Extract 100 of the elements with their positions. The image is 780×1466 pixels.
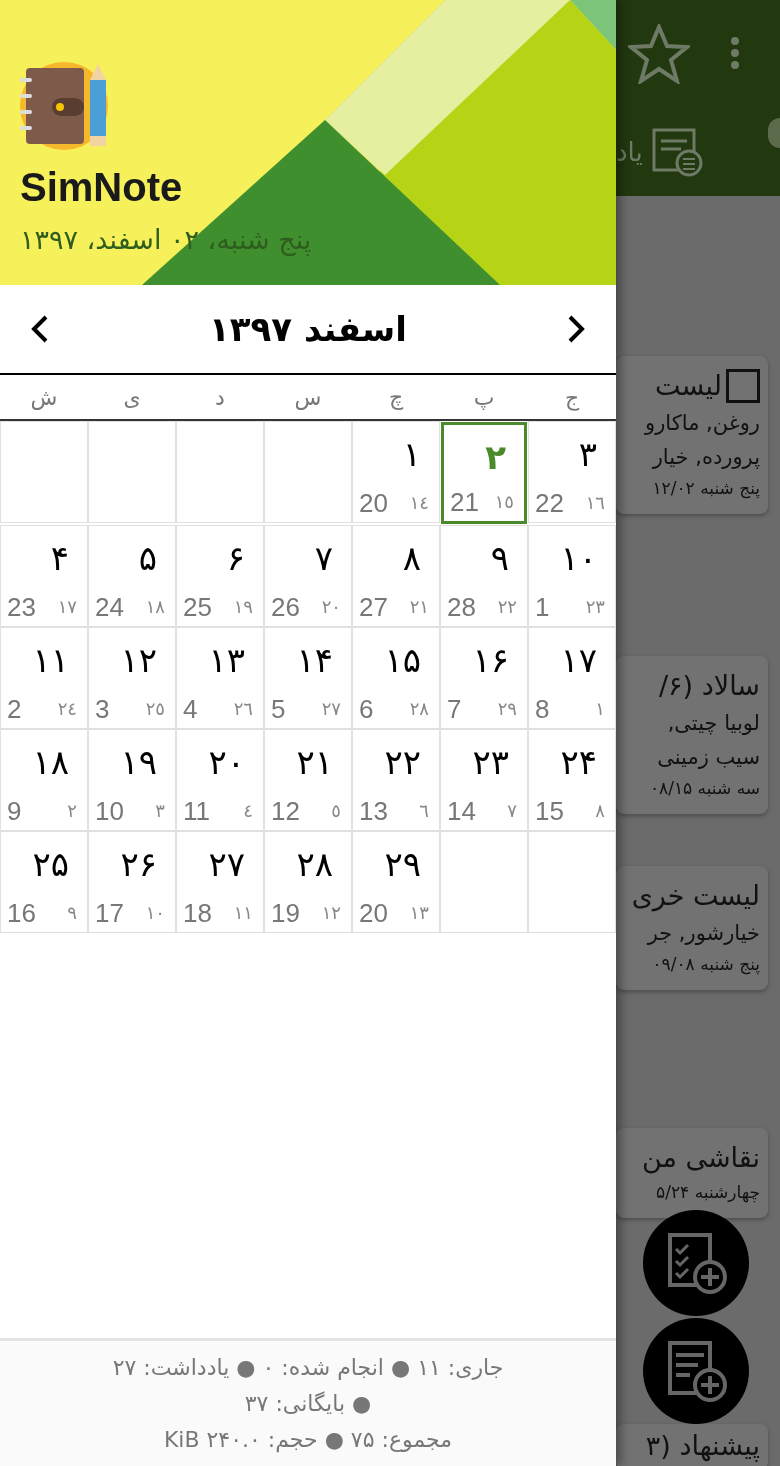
weekday-label: د <box>215 383 225 412</box>
persian-day-number: ۲۷ <box>208 843 245 886</box>
hijri-day-number: ١٤ <box>409 491 429 515</box>
gregorian-day-number: 5 <box>271 693 286 726</box>
gregorian-day-number: 25 <box>183 591 212 624</box>
gregorian-day-number: 17 <box>95 897 124 930</box>
persian-day-number: ۲ <box>485 436 506 479</box>
persian-day-number: ۱ <box>402 433 421 476</box>
weekday-label: ی <box>123 383 141 412</box>
note-date: پنج شنبه ۰۹/۰۸ <box>652 953 760 977</box>
weekday-label: پ <box>473 383 495 412</box>
gregorian-day-number: 8 <box>535 693 550 726</box>
note-card[interactable]: لیست خری خیارشور, جر پنج شنبه ۰۹/۰۸ <box>616 866 768 990</box>
gregorian-day-number: 20 <box>359 487 388 520</box>
weekday-label: چ <box>388 383 404 412</box>
persian-day-number: ۱۷ <box>560 639 597 682</box>
persian-day-number: ۲۲ <box>384 741 421 784</box>
note-title: نقاشی من <box>641 1141 760 1176</box>
hijri-day-number: ٢٩ <box>497 697 517 721</box>
note-title: پیشنهاد (۳ <box>645 1429 760 1464</box>
hijri-day-number: ٨ <box>595 799 605 823</box>
hijri-day-number: ١٥ <box>494 490 514 514</box>
persian-day-number: ۲۴ <box>560 741 597 784</box>
note-title: لیست خری <box>631 879 760 914</box>
hijri-day-number: ٧ <box>507 799 517 823</box>
hijri-day-number: ٦ <box>419 799 429 823</box>
hijri-day-number: ١٨ <box>145 595 165 619</box>
stats-line: جاری: ۱۱ ● انجام شده: ۰ ● یادداشت: ۲۷ <box>112 1353 504 1382</box>
hijri-day-number: ٢٦ <box>233 697 253 721</box>
hijri-day-number: ١٣ <box>409 901 429 925</box>
persian-day-number: ۱۰ <box>560 537 597 580</box>
note-card[interactable]: نقاشی من چهارشنبه ۵/۲۴ <box>616 1128 768 1218</box>
gregorian-day-number: 14 <box>447 795 476 828</box>
gregorian-day-number: 21 <box>450 486 479 519</box>
hijri-day-number: ٢٥ <box>145 697 165 721</box>
stats-line: مجموع: ۷۵ ● حجم: ۲۴۰.۰ KiB <box>163 1425 453 1455</box>
note-text: خیارشور, جر <box>647 920 760 947</box>
gregorian-day-number: 13 <box>359 795 388 828</box>
hijri-day-number: ١٩ <box>233 595 253 619</box>
persian-day-number: ۱۱ <box>32 639 69 682</box>
hijri-day-number: ١ <box>595 697 605 721</box>
note-title: لیست <box>655 369 722 403</box>
note-text: سیب زمینی <box>657 744 760 771</box>
persian-day-number: ۱۳ <box>208 639 245 682</box>
note-title: سالاد (۶/ <box>659 669 760 703</box>
hijri-day-number: ٢٢ <box>497 595 517 619</box>
persian-day-number: ۵ <box>138 537 157 580</box>
weekday-label: ج <box>564 383 580 413</box>
hijri-day-number: ٤ <box>243 799 253 823</box>
persian-day-number: ۲۵ <box>32 843 69 886</box>
gregorian-day-number: 26 <box>271 591 300 624</box>
persian-day-number: ۶ <box>226 537 245 580</box>
app-title: SimNote <box>20 164 183 211</box>
gregorian-day-number: 11 <box>183 795 210 828</box>
gregorian-day-number: 18 <box>183 897 212 930</box>
hijri-day-number: ٢٧ <box>321 697 341 721</box>
gregorian-day-number: 4 <box>183 693 198 726</box>
gregorian-day-number: 20 <box>359 897 388 930</box>
hijri-day-number: ٢٤ <box>57 697 77 721</box>
gregorian-day-number: 2 <box>7 693 22 726</box>
hijri-day-number: ٢٨ <box>409 697 429 721</box>
hijri-day-number: ٩ <box>67 901 77 925</box>
persian-day-number: ۲۹ <box>384 843 421 886</box>
persian-day-number: ۱۲ <box>120 639 157 682</box>
hijri-day-number: ٢٠ <box>321 595 341 619</box>
star-icon[interactable] <box>628 24 690 84</box>
persian-day-number: ۷ <box>314 537 333 580</box>
hijri-day-number: ١١ <box>233 901 253 925</box>
note-card[interactable]: لیست روغن, ماکارو پرورده, خیار پنج شنبه ۱۲/۰۲ <box>616 356 768 514</box>
hijri-day-number: ١٧ <box>57 595 77 619</box>
checkbox[interactable] <box>726 369 760 403</box>
weekday-label: س <box>294 383 322 412</box>
more-options-icon[interactable] <box>730 36 740 70</box>
persian-day-number: ۳ <box>578 433 597 476</box>
gregorian-day-number: 6 <box>359 693 374 726</box>
persian-day-number: ۱۴ <box>296 639 333 682</box>
gregorian-day-number: 12 <box>271 795 300 828</box>
hijri-day-number: ٢٣ <box>585 595 605 619</box>
persian-day-number: ۱۸ <box>32 741 69 784</box>
persian-day-number: ۱۶ <box>472 639 509 682</box>
persian-day-number: ۲۱ <box>296 741 333 784</box>
month-title: اسفند ۱۳۹۷ <box>209 307 407 351</box>
note-text: روغن, ماکارو <box>645 410 760 437</box>
gregorian-day-number: 23 <box>7 591 36 624</box>
gregorian-day-number: 9 <box>7 795 22 828</box>
gregorian-day-number: 19 <box>271 897 300 930</box>
note-date: چهارشنبه ۵/۲۴ <box>656 1181 760 1205</box>
persian-day-number: ۱۵ <box>384 639 421 682</box>
persian-day-number: ۲۸ <box>296 843 333 886</box>
stats-line: ● بایگانی: ۳۷ <box>244 1389 372 1418</box>
weekday-label: ش <box>30 383 58 412</box>
note-card[interactable]: سالاد (۶/ لوبیا چیتی, سیب زمینی سه شنبه ۰۸/۱۵ <box>616 656 768 814</box>
persian-day-number: ۲۰ <box>208 741 245 784</box>
gregorian-day-number: 24 <box>95 591 124 624</box>
note-date: سه شنبه ۰۸/۱۵ <box>649 777 760 800</box>
note-card[interactable]: پیشنهاد (۳ <box>616 1424 768 1466</box>
gregorian-day-number: 3 <box>95 693 110 726</box>
hijri-day-number: ٥ <box>331 799 341 823</box>
hijri-day-number: ٣ <box>155 799 165 823</box>
persian-day-number: ۲۳ <box>472 741 509 784</box>
